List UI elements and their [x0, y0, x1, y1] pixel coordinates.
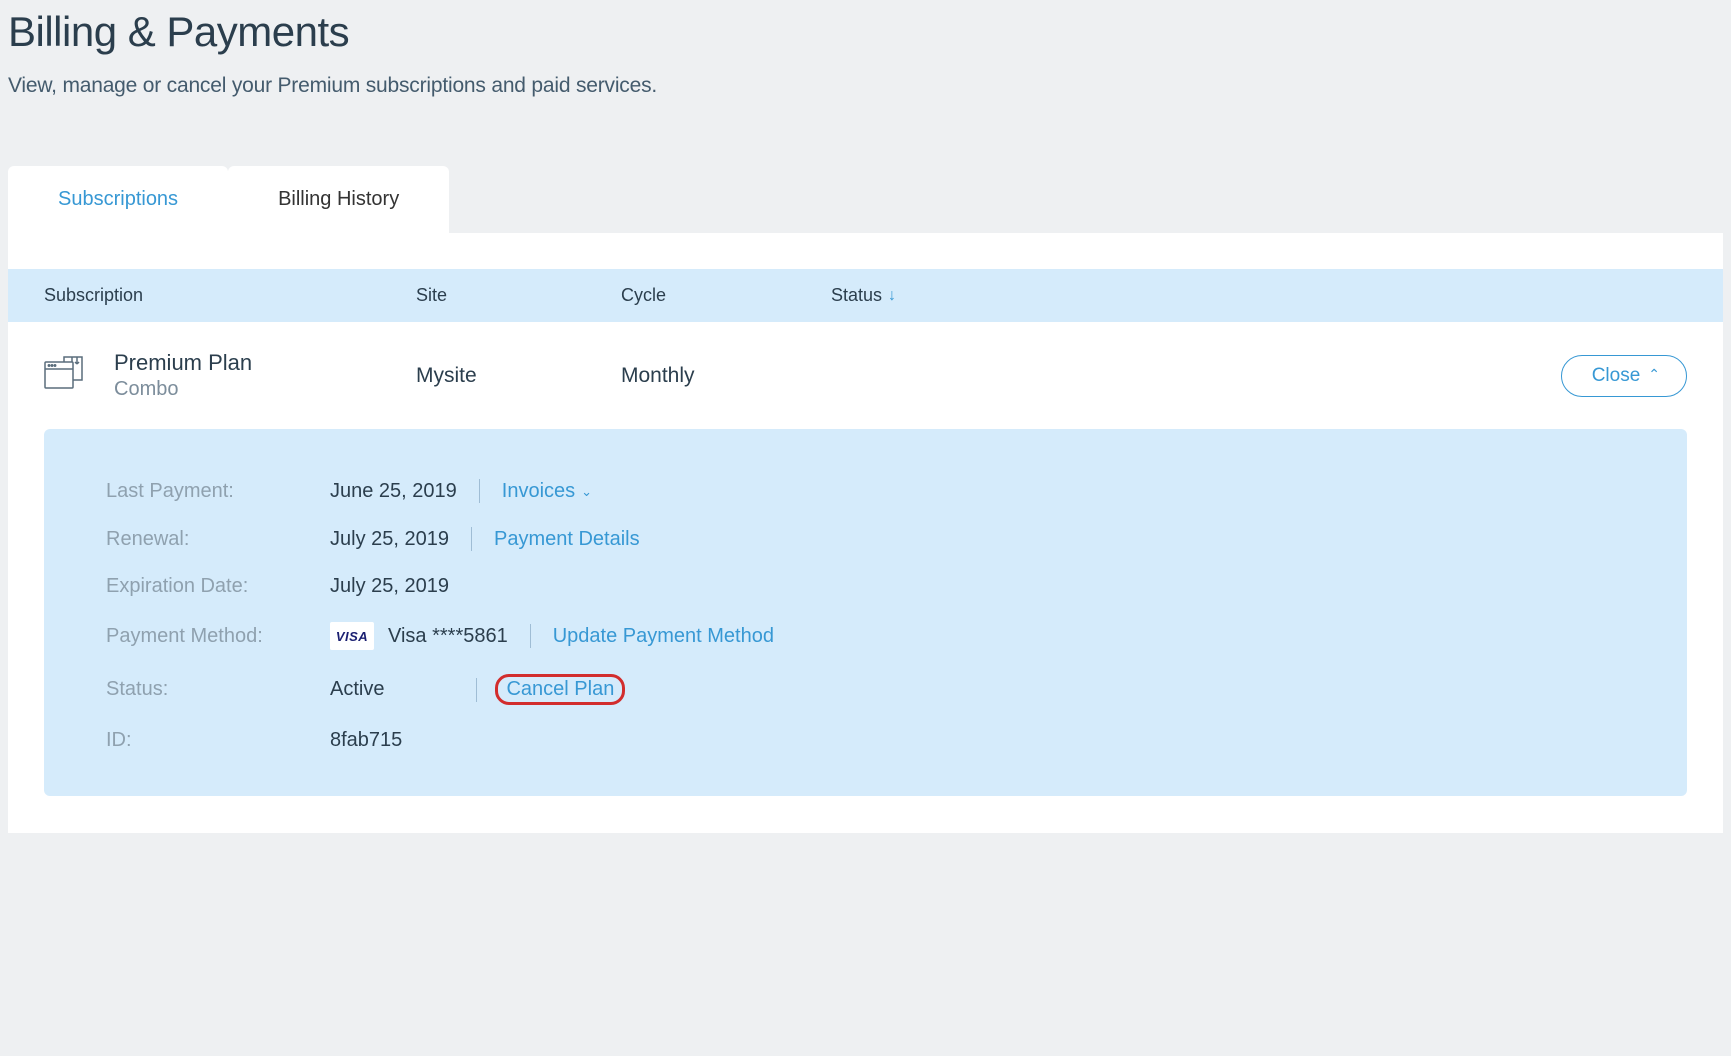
renewal-label: Renewal:: [106, 528, 330, 551]
sort-arrow-icon: ↓: [888, 287, 896, 305]
table-header: Subscription Site Cycle Status ↓: [8, 269, 1723, 322]
status-value: Active: [330, 678, 384, 701]
page-subtitle: View, manage or cancel your Premium subs…: [0, 56, 1731, 98]
detail-row-payment-method: Payment Method: VISA Visa ****5861 Updat…: [106, 622, 1625, 650]
plan-name: Premium Plan: [114, 350, 416, 376]
renewal-value: July 25, 2019: [330, 528, 449, 551]
spacer: [8, 233, 1723, 269]
detail-row-status: Status: Active Cancel Plan: [106, 674, 1625, 705]
expiration-label: Expiration Date:: [106, 575, 330, 598]
detail-row-id: ID: 8fab715: [106, 729, 1625, 752]
chevron-up-icon: ⌃: [1648, 366, 1660, 383]
cancel-plan-link[interactable]: Cancel Plan: [506, 678, 614, 701]
payment-details-link[interactable]: Payment Details: [494, 528, 640, 551]
expiration-value: July 25, 2019: [330, 575, 449, 598]
cycle-value: Monthly: [621, 364, 831, 388]
invoices-link[interactable]: Invoices ⌄: [502, 480, 592, 503]
invoices-link-label: Invoices: [502, 480, 575, 503]
visa-badge-icon: VISA: [330, 622, 374, 650]
divider: [471, 527, 472, 551]
divider: [479, 479, 480, 503]
last-payment-value: June 25, 2019: [330, 480, 457, 503]
plan-subname: Combo: [114, 378, 416, 401]
col-header-site[interactable]: Site: [416, 285, 621, 306]
detail-row-expiration: Expiration Date: July 25, 2019: [106, 575, 1625, 598]
close-button-label: Close: [1592, 365, 1641, 387]
last-payment-label: Last Payment:: [106, 480, 330, 503]
divider: [530, 624, 531, 648]
site-value: Mysite: [416, 364, 621, 388]
chevron-down-icon: ⌄: [581, 484, 592, 500]
status-label: Status:: [106, 678, 330, 701]
site-pages-icon: [44, 356, 84, 396]
cancel-plan-highlight: Cancel Plan: [495, 674, 625, 705]
close-button[interactable]: Close ⌃: [1561, 355, 1687, 397]
page-title: Billing & Payments: [0, 0, 1731, 56]
col-header-cycle[interactable]: Cycle: [621, 285, 831, 306]
divider: [476, 678, 477, 702]
detail-row-last-payment: Last Payment: June 25, 2019 Invoices ⌄: [106, 479, 1625, 503]
tab-billing-history[interactable]: Billing History: [228, 166, 449, 233]
col-header-subscription[interactable]: Subscription: [44, 285, 416, 306]
payment-method-label: Payment Method:: [106, 625, 330, 648]
tabs: Subscriptions Billing History: [8, 166, 1731, 233]
detail-panel: Last Payment: June 25, 2019 Invoices ⌄ R…: [44, 429, 1687, 796]
content-area: Subscription Site Cycle Status ↓: [8, 233, 1723, 833]
payment-method-value: Visa ****5861: [388, 625, 508, 648]
id-value: 8fab715: [330, 729, 402, 752]
col-header-status-label: Status: [831, 285, 882, 306]
tab-subscriptions[interactable]: Subscriptions: [8, 166, 228, 233]
subscription-row: Premium Plan Combo Mysite Monthly Close …: [8, 322, 1723, 429]
detail-row-renewal: Renewal: July 25, 2019 Payment Details: [106, 527, 1625, 551]
id-label: ID:: [106, 729, 330, 752]
update-payment-method-link[interactable]: Update Payment Method: [553, 625, 774, 648]
col-header-status[interactable]: Status ↓: [831, 285, 1031, 306]
